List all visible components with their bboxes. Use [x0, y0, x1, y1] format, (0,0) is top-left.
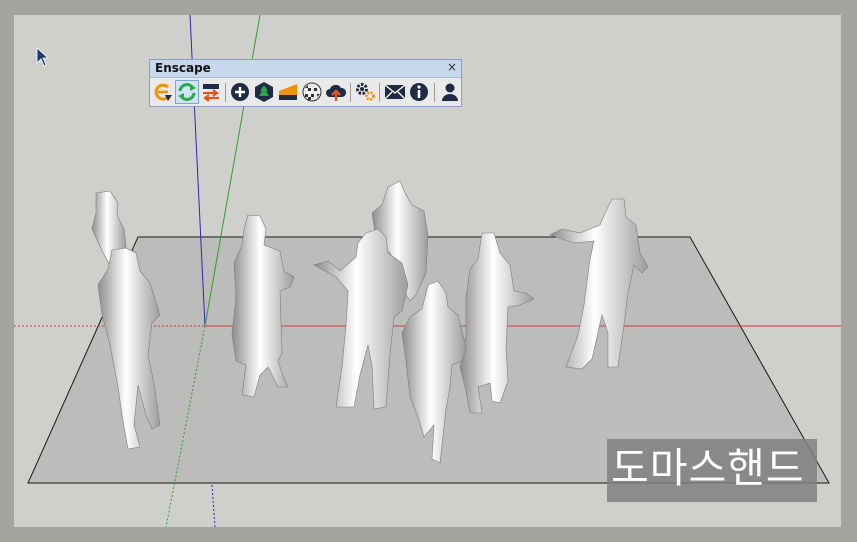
live-update-icon: [178, 83, 196, 101]
asset-library-icon: [255, 82, 273, 102]
enscape-toolbar[interactable]: Enscape ×: [149, 59, 462, 107]
watermark-text: 도마스핸드: [611, 444, 805, 492]
settings-gear-icon: [356, 83, 375, 101]
upload-cloud-icon: [326, 84, 347, 101]
visual-settings-icon: [279, 84, 297, 100]
watermark-box: 도마스핸드: [607, 439, 817, 502]
toolbar-separator: [434, 83, 435, 102]
live-update-button[interactable]: [175, 80, 199, 104]
material-editor-icon: [302, 82, 322, 102]
upload-cloud-button[interactable]: [325, 81, 347, 103]
sync-views-icon: [203, 84, 219, 102]
toolbar-separator: [379, 83, 380, 102]
add-asset-button[interactable]: [229, 81, 251, 103]
blue-axis-dotted: [211, 484, 216, 527]
about-info-icon: [410, 83, 428, 101]
enscape-start-button[interactable]: [152, 81, 174, 103]
toolbar-separator: [225, 83, 226, 102]
toolbar-title-bar[interactable]: Enscape ×: [150, 60, 461, 78]
feedback-button[interactable]: [384, 81, 406, 103]
enscape-logo-icon: [154, 83, 172, 101]
account-user-icon: [442, 83, 458, 101]
toolbar-separator: [350, 83, 351, 102]
feedback-mail-icon: [384, 84, 406, 100]
asset-library-button[interactable]: [253, 81, 275, 103]
mouse-cursor-icon: [36, 47, 50, 67]
material-editor-button[interactable]: [301, 81, 323, 103]
add-asset-icon: [231, 83, 249, 101]
about-button[interactable]: [408, 81, 430, 103]
account-button[interactable]: [439, 81, 461, 103]
settings-button[interactable]: [354, 81, 376, 103]
visual-settings-button[interactable]: [277, 81, 299, 103]
toolbar-title: Enscape: [155, 61, 211, 75]
sync-views-button[interactable]: [200, 81, 222, 103]
toolbar-close-button[interactable]: ×: [447, 60, 457, 74]
